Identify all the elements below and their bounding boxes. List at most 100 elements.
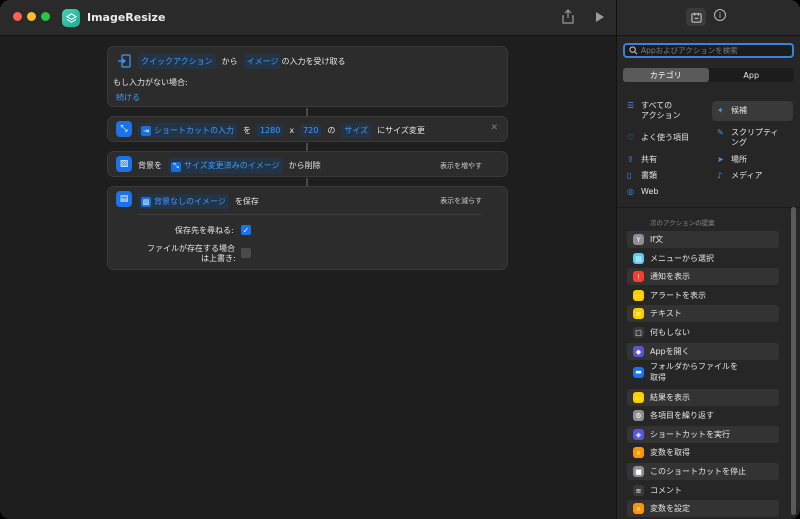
category-all-actions[interactable]: ☰ すべての アクション	[627, 101, 681, 121]
action1-text-from: から	[221, 57, 238, 66]
tab-app[interactable]: App	[709, 68, 795, 82]
info-icon[interactable]: i	[714, 9, 726, 21]
image-type-token[interactable]: イメージ	[243, 54, 282, 69]
suggestion-label: アラートを表示	[650, 291, 706, 300]
close-button[interactable]	[13, 12, 22, 21]
action4-text-save: を保存	[234, 197, 259, 206]
overwrite-label-2: は上書き:	[201, 254, 236, 263]
suggestion-label: 結果を表示	[650, 393, 690, 402]
shortcut-input-token[interactable]: ⇥ ショートカットの入力	[138, 123, 237, 138]
connector	[306, 143, 308, 151]
action-library-sidebar: i Appおよびアクションを検索 カテゴリ App ☰ すべての アクション ✦ 候…	[616, 0, 800, 519]
height-field[interactable]: 720	[300, 124, 322, 137]
category-media[interactable]: ♪ メディア	[717, 171, 762, 181]
suggestion-item[interactable]: x 変数を設定	[627, 500, 779, 517]
search-placeholder: Appおよびアクションを検索	[641, 46, 738, 55]
suggestion-label: このショートカットを停止	[650, 467, 746, 476]
category-scripting[interactable]: ✎ スクリプティ ング	[717, 128, 779, 148]
list-icon: ☰	[627, 101, 635, 110]
action-icon: ▬	[633, 366, 644, 378]
connector	[306, 108, 308, 116]
shortcut-input-icon: ⇥	[141, 126, 151, 136]
resized-image-token[interactable]: ⤡ サイズ変更済みのイメージ	[168, 158, 283, 174]
resize-icon: ⤡	[116, 121, 132, 137]
category-location[interactable]: ➤ 場所	[717, 155, 747, 165]
suggestion-item[interactable]: ≡ テキスト	[627, 305, 779, 322]
remove-action-icon[interactable]: ✕	[490, 123, 498, 133]
ask-where-checkbox[interactable]: ✓	[241, 225, 251, 235]
suggestion-item[interactable]: ! 通知を表示	[627, 268, 779, 285]
library-icon	[690, 12, 702, 23]
action-icon: ▭	[633, 290, 644, 301]
divider	[617, 207, 800, 208]
suggestion-item[interactable]: □ 何もしない	[627, 324, 779, 341]
heart-icon: ♡	[627, 133, 635, 142]
suggestion-item[interactable]: ▭ アラートを表示	[627, 287, 779, 304]
title-bar: ImageResize	[0, 0, 617, 36]
show-less-button[interactable]: 表示を減らす	[440, 196, 482, 206]
run-icon[interactable]	[595, 11, 605, 26]
action2-text-resize: にサイズ変更	[377, 126, 425, 135]
share-category-icon: ⇪	[627, 155, 634, 164]
suggestion-item[interactable]: x 変数を取得	[627, 444, 779, 461]
suggestion-label: コメント	[650, 486, 682, 495]
input-icon	[116, 53, 132, 69]
action-icon: !	[633, 271, 644, 282]
suggestion-item[interactable]: ◈ ショートカットを実行	[627, 426, 779, 443]
category-suggestions[interactable]: ✦ 候補	[717, 106, 747, 116]
sparkle-icon: ✦	[717, 106, 724, 115]
suggestion-label: Appを開く	[650, 347, 690, 356]
minimize-button[interactable]	[27, 12, 36, 21]
action-icon: ≡	[633, 485, 644, 496]
suggestion-item[interactable]: ◆ Appを開く	[627, 343, 779, 360]
sidebar-toolbar: i	[617, 0, 800, 36]
suggestion-label: 各項目を繰り返す	[650, 411, 714, 420]
resize-image-action[interactable]: ⤡ ⇥ ショートカットの入力 を 1280 x 720 の サイズ にサイズ変更 …	[107, 116, 508, 142]
category-web[interactable]: ◎ Web	[627, 187, 658, 197]
resize-token-icon: ⤡	[171, 161, 181, 172]
show-more-button[interactable]: 表示を増やす	[440, 161, 482, 171]
suggestion-item[interactable]: ≡ コメント	[627, 482, 779, 499]
suggestion-label: 通知を表示	[650, 272, 690, 281]
receive-input-action[interactable]: クイックアクション から イメージ の入力を受け取る もし入力がない場合: 続け…	[107, 46, 508, 107]
window-title: ImageResize	[87, 11, 166, 24]
suggestion-item[interactable]: ▭ 結果を表示	[627, 389, 779, 406]
size-token[interactable]: サイズ	[341, 123, 372, 138]
editor-canvas: クイックアクション から イメージ の入力を受け取る もし入力がない場合: 続け…	[0, 37, 616, 519]
save-file-action[interactable]: ▤ ▨ 背景なしのイメージ を保存 表示を減らす 保存先を尋ねる: ✓ ファイルが…	[107, 186, 508, 270]
divider	[138, 214, 481, 215]
suggestion-item[interactable]: ■ このショートカットを停止	[627, 463, 779, 480]
action-icon: ≡	[633, 308, 644, 319]
suggestion-label: フォルダからファイルを 取得	[650, 362, 738, 382]
suggestion-label: ショートカットを実行	[650, 430, 730, 439]
sidebar-scrollbar[interactable]	[791, 207, 796, 515]
suggestion-label: メニューから選択	[650, 254, 714, 263]
tab-categories[interactable]: カテゴリ	[623, 68, 709, 82]
remove-background-action[interactable]: ▨ 背景を ⤡ サイズ変更済みのイメージ から削除 表示を増やす	[107, 151, 508, 177]
suggestion-item[interactable]: ▬ フォルダからファイルを 取得	[627, 360, 779, 384]
library-tab[interactable]	[686, 8, 706, 26]
compass-icon: ◎	[627, 187, 634, 196]
continue-option[interactable]: 続ける	[116, 92, 140, 103]
action1-row: クイックアクション から イメージ の入力を受け取る	[138, 54, 345, 69]
zoom-button[interactable]	[41, 12, 50, 21]
suggestions-header: 次のアクションの提案	[650, 219, 715, 227]
overwrite-checkbox[interactable]	[241, 248, 251, 258]
category-favorites[interactable]: ♡ よく使う項目	[627, 133, 689, 143]
suggestion-item[interactable]: Y If文	[627, 231, 779, 248]
no-background-image-token[interactable]: ▨ 背景なしのイメージ	[138, 194, 229, 209]
document-icon: ▯	[627, 171, 632, 180]
action-icon: ◈	[633, 429, 644, 440]
category-sharing[interactable]: ⇪ 共有	[627, 155, 657, 165]
share-icon[interactable]	[562, 9, 574, 27]
suggestion-item[interactable]: ⚙ 各項目を繰り返す	[627, 407, 779, 424]
action3-text-remove: から削除	[288, 161, 321, 171]
app-window: ImageResize クイックアクション から イメージ の入力を受け取る も…	[0, 0, 800, 519]
category-documents[interactable]: ▯ 書類	[627, 171, 657, 181]
suggestion-item[interactable]: ▤ メニューから選択	[627, 250, 779, 267]
quick-action-token[interactable]: クイックアクション	[138, 54, 216, 69]
width-field[interactable]: 1280	[257, 124, 284, 137]
action2-row: ⇥ ショートカットの入力 を 1280 x 720 の サイズ にサイズ変更	[138, 123, 425, 138]
search-field[interactable]: Appおよびアクションを検索	[623, 43, 794, 58]
action1-text-receive: の入力を受け取る	[281, 57, 346, 66]
